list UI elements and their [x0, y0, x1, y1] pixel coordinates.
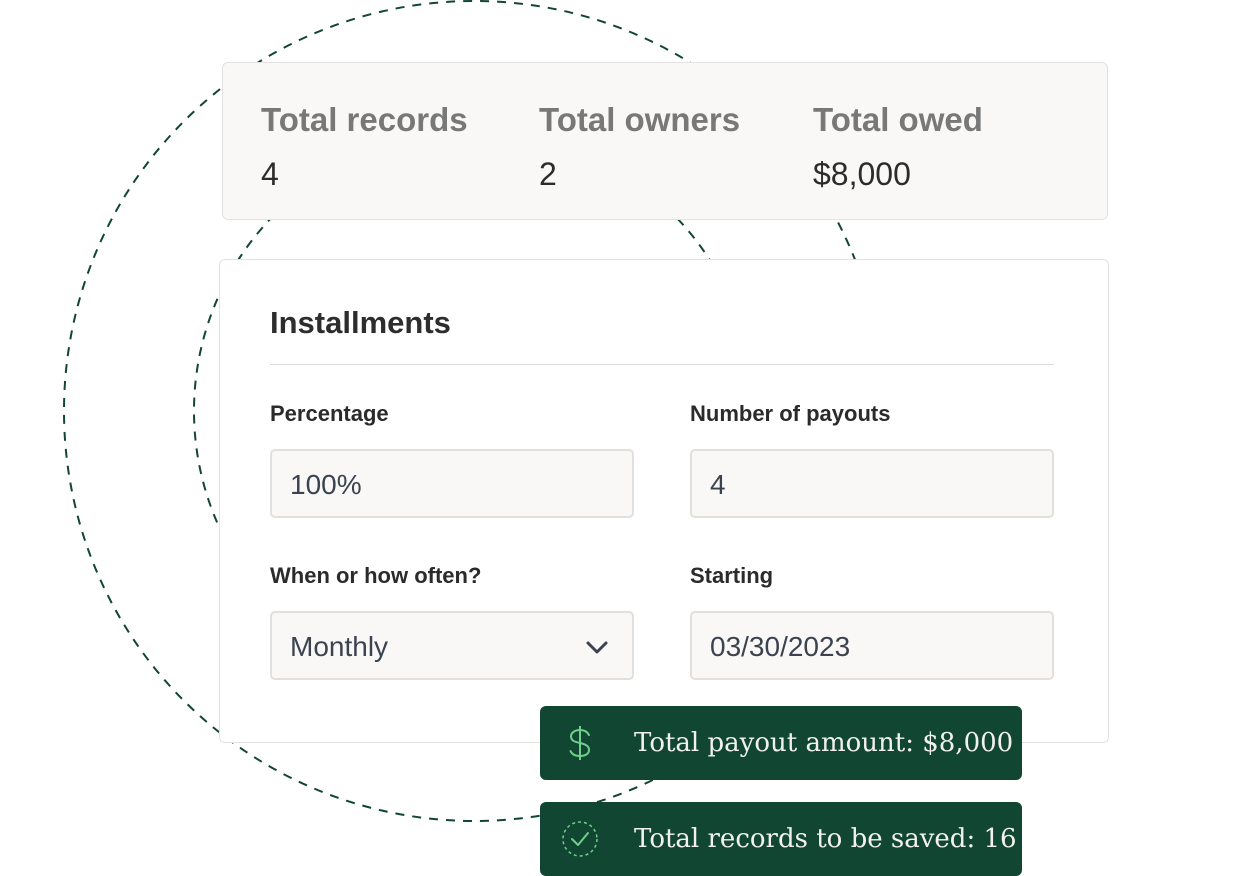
stat-total-records: Total records 4	[261, 101, 468, 193]
form-title: Installments	[270, 305, 451, 340]
payouts-label: Number of payouts	[690, 401, 891, 426]
frequency-label: When or how often?	[270, 563, 482, 588]
installments-form-card: Installments Percentage 100% Number of p…	[219, 259, 1109, 743]
records-saved-toast: Total records to be saved: 16	[540, 802, 1022, 876]
percentage-value: 100%	[290, 469, 362, 500]
screen: Total records 4 Total owners 2 Total owe…	[0, 0, 1240, 876]
payout-amount-text: Total payout amount: $8,000	[634, 728, 1014, 758]
stats-summary-card: Total records 4 Total owners 2 Total owe…	[222, 62, 1108, 220]
dollar-icon	[569, 726, 591, 760]
chevron-down-icon	[586, 641, 608, 654]
payout-amount-toast: Total payout amount: $8,000	[540, 706, 1022, 780]
stat-label: Total owners	[539, 101, 741, 138]
starting-date-input[interactable]: 03/30/2023	[690, 611, 1054, 680]
stat-label: Total owed	[813, 101, 983, 138]
percentage-label: Percentage	[270, 401, 389, 426]
stat-value: $8,000	[813, 156, 911, 192]
stat-total-owed: Total owed $8,000	[813, 101, 983, 193]
payouts-input[interactable]: 4	[690, 449, 1054, 518]
frequency-select[interactable]: Monthly	[270, 611, 634, 680]
stat-value: 2	[539, 156, 557, 192]
records-saved-text: Total records to be saved: 16	[634, 824, 1017, 854]
starting-label: Starting	[690, 563, 774, 588]
percentage-input[interactable]: 100%	[270, 449, 634, 518]
stat-value: 4	[261, 156, 279, 192]
payouts-value: 4	[710, 469, 726, 500]
frequency-value: Monthly	[290, 631, 389, 662]
check-circle-icon	[562, 821, 598, 857]
stat-total-owners: Total owners 2	[539, 101, 740, 193]
starting-value: 03/30/2023	[710, 631, 851, 662]
form-divider	[270, 364, 1054, 365]
stat-label: Total records	[261, 101, 468, 138]
